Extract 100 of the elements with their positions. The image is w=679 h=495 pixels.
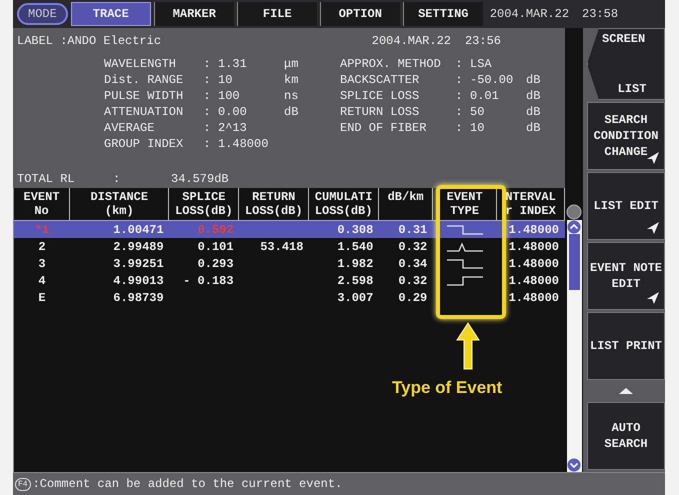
scroll-down-icon[interactable] xyxy=(567,458,581,472)
param-unit: dB xyxy=(526,88,542,104)
param-name: GROUP INDEX xyxy=(104,136,184,152)
table-cell: - 0.183 xyxy=(183,274,234,288)
soft-key[interactable]: LIST EDIT xyxy=(587,172,665,240)
column-header: CUMULATI LOSS(dB) xyxy=(309,188,380,220)
scrollbar[interactable] xyxy=(566,220,582,472)
separator-text: : xyxy=(203,88,211,104)
table-cell: 2 xyxy=(38,240,46,254)
param-name: APPROX. METHOD xyxy=(340,56,442,72)
param-name: SPLICE LOSS xyxy=(340,88,420,104)
tab[interactable]: TRACE xyxy=(70,2,151,26)
date-text: 2004.MAR.22 xyxy=(372,34,451,48)
event-type-icon xyxy=(445,274,486,288)
table-row[interactable]: *1 1.00471 0.592 0.308 0.31 1.48000 xyxy=(14,221,565,238)
tab[interactable]: MARKER xyxy=(154,2,234,26)
column-header: EVENT No xyxy=(14,188,70,220)
tab[interactable]: SETTING xyxy=(402,2,483,26)
table-cell: 2.598 xyxy=(337,274,374,288)
table-cell: 4 xyxy=(38,274,46,288)
soft-key[interactable]: LIST PRINT xyxy=(587,312,665,380)
table-cell: *1 xyxy=(34,222,50,236)
table-cell: 0.32 xyxy=(398,240,428,254)
table-cell: 1.540 xyxy=(337,240,374,254)
separator-text: : xyxy=(455,88,463,104)
soft-key[interactable]: EVENT NOTE EDIT xyxy=(587,242,665,310)
table-cell: 0.29 xyxy=(398,290,428,304)
table-cell: 0.293 xyxy=(198,256,234,270)
separator-text: : xyxy=(203,56,211,72)
separator-text: : xyxy=(455,120,463,136)
table-cell: 3.99251 xyxy=(113,256,164,270)
column-header: SPLICE LOSS(dB) xyxy=(169,188,240,220)
column-header: DISTANCE (km) xyxy=(70,188,170,220)
table-row[interactable]: E 6.98739 3.007 0.29 1.48000 xyxy=(14,289,565,306)
table-row[interactable]: 2 2.99489 0.101 53.418 1.540 0.32 1.48000 xyxy=(14,238,565,255)
param-value: LSA xyxy=(470,56,493,72)
soft-key[interactable]: SCREEN LIST xyxy=(587,28,665,100)
soft-key[interactable]: AUTO SEARCH xyxy=(587,402,665,470)
param-name: END OF FIBER xyxy=(340,120,428,136)
table-cell: 0.308 xyxy=(337,222,374,236)
param-unit: dB xyxy=(284,104,300,120)
label-text: LABEL :ANDO Electric xyxy=(17,34,162,48)
annotation-text: Type of Event xyxy=(392,378,502,398)
table-cell: 4.99013 xyxy=(113,274,164,288)
soft-key[interactable]: SEARCH CONDITION CHANGE xyxy=(587,102,665,170)
more-keys-icon xyxy=(619,388,633,394)
scroll-up-icon[interactable] xyxy=(567,220,581,234)
param-value: -50.00 xyxy=(470,72,514,88)
function-key-icon: F4 xyxy=(15,478,31,490)
param-name: PULSE WIDTH xyxy=(104,88,184,104)
total-rl-value: 34.579dB xyxy=(171,172,229,186)
table-cell: 0.34 xyxy=(398,256,428,270)
table-cell: E xyxy=(38,290,46,304)
tab[interactable]: OPTION xyxy=(320,2,400,26)
table-cell: 53.418 xyxy=(260,240,304,254)
separator-text: : xyxy=(113,172,122,186)
separator-text: : xyxy=(455,72,463,88)
table-cell: 1.48000 xyxy=(508,222,559,236)
separator-text: : xyxy=(455,104,463,120)
table-cell: 0.101 xyxy=(198,240,234,254)
param-value: 100 xyxy=(218,88,241,104)
param-name: Dist. RANGE xyxy=(104,72,184,88)
table-cell: 0.31 xyxy=(398,222,428,236)
table-cell: 1.48000 xyxy=(508,240,559,254)
separator-text: : xyxy=(455,56,463,72)
param-name: RETURN LOSS xyxy=(340,104,420,120)
table-cell: 1.48000 xyxy=(508,274,559,288)
param-value: 1.31 xyxy=(218,56,248,72)
param-name: ATTENUATION xyxy=(104,104,184,120)
column-header: RETURN LOSS(dB) xyxy=(239,188,310,220)
param-unit: dB xyxy=(526,72,542,88)
time-text: 23:56 xyxy=(464,34,501,48)
table-cell: 3.007 xyxy=(337,290,374,304)
separator-text: : xyxy=(203,72,211,88)
arrow-icon xyxy=(456,322,480,370)
param-name: BACKSCATTER xyxy=(340,72,420,88)
event-type-icon xyxy=(445,222,486,236)
date-text: 2004.MAR.22 xyxy=(490,7,570,21)
table-cell: 1.982 xyxy=(337,256,374,270)
table-cell: 1.48000 xyxy=(508,256,559,270)
mode-button[interactable]: MODE xyxy=(17,3,68,25)
table-cell: 3 xyxy=(38,256,46,270)
param-unit: dB xyxy=(526,104,542,120)
tab[interactable]: FILE xyxy=(236,2,317,26)
knob-icon xyxy=(566,204,582,220)
table-cell: 6.98739 xyxy=(113,290,164,304)
param-unit: ns xyxy=(284,88,300,104)
param-name: AVERAGE xyxy=(104,120,156,136)
separator-text: : xyxy=(203,136,211,152)
time-text: 23:58 xyxy=(582,7,618,21)
table-row[interactable]: 4 4.99013 - 0.183 2.598 0.32 1.48000 xyxy=(14,272,565,289)
table-row[interactable]: 3 3.99251 0.293 1.982 0.34 1.48000 xyxy=(14,255,565,272)
table-cell: 0.592 xyxy=(198,222,234,236)
separator-text: : xyxy=(203,104,211,120)
param-value: 2^13 xyxy=(218,120,248,136)
param-name: WAVELENGTH xyxy=(104,56,178,72)
scroll-thumb[interactable] xyxy=(568,234,580,290)
separator-text: : xyxy=(203,120,211,136)
param-value: 1.48000 xyxy=(218,136,270,152)
param-value: 10 xyxy=(218,72,234,88)
